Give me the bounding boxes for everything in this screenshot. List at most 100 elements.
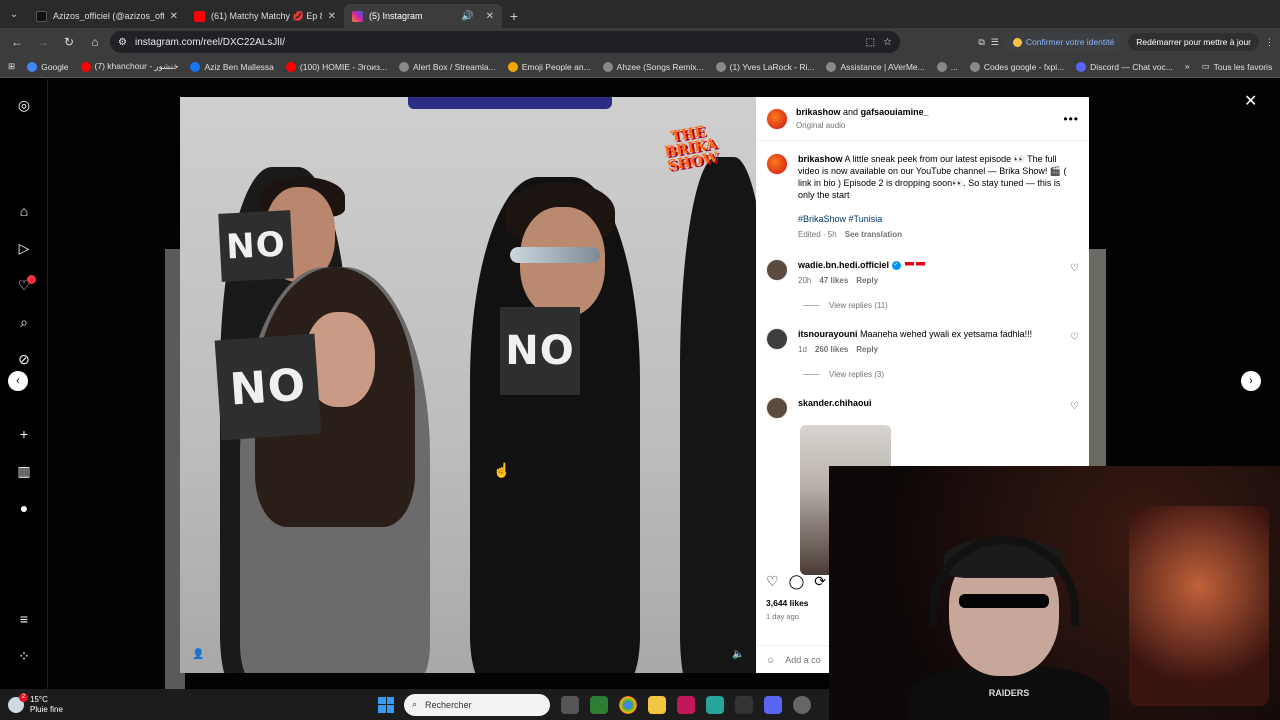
avatar[interactable]: [766, 397, 788, 419]
back-icon[interactable]: ←: [6, 31, 28, 53]
bookmark-item[interactable]: Aziz Ben Mallessa: [190, 61, 274, 72]
all-bookmarks-button[interactable]: ▭ Tous les favoris: [1202, 61, 1273, 72]
bookmark-item[interactable]: ...: [936, 61, 958, 72]
tab-matchy[interactable]: (61) Matchy Matchy 💋 Ep 85 ✕: [186, 4, 344, 28]
close-icon[interactable]: ✕: [1244, 91, 1257, 111]
address-bar[interactable]: ⚙ instagram.com/reel/DXC22ALsJlI/ ⬚ ☆: [110, 31, 900, 53]
tab-instagram[interactable]: (5) Instagram 🔊 ✕: [344, 4, 502, 28]
create-icon[interactable]: +: [14, 424, 34, 444]
close-tab-icon[interactable]: ✕: [170, 11, 178, 22]
close-tab-icon[interactable]: ✕: [486, 11, 494, 22]
bookmark-item[interactable]: Alert Box / Streamla...: [399, 61, 496, 72]
more-bookmarks-icon[interactable]: »: [1185, 61, 1190, 72]
bookmark-item[interactable]: (1) Yves LaRock - Ri...: [715, 61, 814, 72]
like-comment-icon[interactable]: ♡: [1070, 397, 1079, 419]
bookmark-item[interactable]: Discord — Chat voc...: [1076, 61, 1173, 72]
chrome-icon[interactable]: [619, 695, 637, 714]
next-post-chevron-icon[interactable]: ›: [1241, 371, 1261, 391]
app-green-icon[interactable]: [706, 695, 724, 714]
menu-kebab-icon[interactable]: ⋮: [1265, 37, 1274, 48]
bookmark-item[interactable]: Codes google - fxpi...: [969, 61, 1064, 72]
reply-button[interactable]: Reply: [856, 275, 878, 287]
add-comment-input[interactable]: Add a co: [785, 655, 821, 665]
speaker-icon[interactable]: 🔊: [461, 11, 473, 22]
bookmark-item[interactable]: Assistance | AVerMe...: [826, 61, 925, 72]
task-view-icon[interactable]: [561, 695, 579, 714]
bookmark-item[interactable]: Emoji People an...: [507, 61, 591, 72]
file-explorer-icon[interactable]: [648, 695, 666, 714]
comment-icon[interactable]: ◯: [789, 573, 805, 590]
view-replies-button[interactable]: View replies (3): [756, 370, 1089, 379]
volume-icon[interactable]: 🔈: [732, 649, 746, 661]
app-red-icon[interactable]: [677, 695, 695, 714]
forward-icon[interactable]: →: [32, 31, 54, 53]
caption-hashtags[interactable]: #BrikaShow #Tunisia: [798, 213, 1079, 225]
view-replies-button[interactable]: View replies (11): [756, 301, 1089, 310]
new-tab-button[interactable]: +: [502, 4, 526, 28]
tab-title: Azizos_officiel (@azizos_officie: [53, 11, 164, 21]
tab-search-icon[interactable]: ⌄: [0, 0, 28, 28]
avatar[interactable]: [766, 107, 788, 130]
like-icon[interactable]: ♡: [766, 573, 779, 590]
home-icon[interactable]: ⌂: [84, 31, 106, 53]
reels-icon[interactable]: ▷: [14, 238, 34, 258]
bookmark-item[interactable]: (100) HOMIE - Эгоиз...: [285, 61, 387, 72]
comment-author[interactable]: skander.chihaoui: [798, 398, 872, 408]
comment-likes[interactable]: 260 likes: [815, 344, 848, 356]
original-audio[interactable]: Original audio: [796, 121, 845, 130]
app-dark-icon[interactable]: [735, 695, 753, 714]
avatar[interactable]: [766, 259, 788, 281]
bookmark-favicon-icon: [602, 61, 613, 72]
app-grey-icon[interactable]: [793, 695, 811, 714]
identity-button[interactable]: Confirmer votre identité: [1004, 33, 1123, 51]
tab-azizos[interactable]: Azizos_officiel (@azizos_officie ✕: [28, 4, 186, 28]
comment-author[interactable]: wadie.bn.hedi.officiel: [798, 260, 889, 270]
bookmark-star-icon[interactable]: ☆: [883, 37, 892, 48]
post-author[interactable]: brikashow: [796, 107, 841, 117]
home-icon[interactable]: ⌂: [14, 201, 34, 221]
previous-post-chevron-icon[interactable]: ‹: [8, 371, 28, 391]
taskbar-search[interactable]: ⌕ Rechercher: [404, 693, 550, 716]
avatar[interactable]: [766, 153, 788, 175]
bookmark-item[interactable]: Ahzee (Songs Remix...: [602, 61, 704, 72]
discord-icon[interactable]: [764, 695, 782, 714]
tab-search-list-icon[interactable]: ☰: [991, 37, 999, 48]
like-comment-icon[interactable]: ♡: [1070, 328, 1079, 356]
xbox-icon[interactable]: [590, 695, 608, 714]
restart-update-button[interactable]: Redémarrer pour mettre à jour: [1128, 33, 1259, 51]
more-menu-icon[interactable]: ≡: [14, 609, 34, 629]
comment-likes[interactable]: 47 likes: [819, 275, 848, 287]
post-collaborator[interactable]: gafsaouiamine_: [861, 107, 929, 117]
profile-avatar-icon[interactable]: ●: [14, 498, 34, 518]
more-options-icon[interactable]: •••: [1063, 112, 1079, 126]
bookmark-item[interactable]: Google: [27, 61, 69, 72]
instagram-logo-icon[interactable]: ◎: [14, 95, 34, 115]
emoji-icon[interactable]: ☺: [766, 655, 775, 665]
see-translation-link[interactable]: See translation: [845, 229, 902, 241]
bookmark-item[interactable]: (7) khanchour - خنشور: [80, 61, 178, 72]
reload-icon[interactable]: ↻: [58, 31, 80, 53]
also-from-meta-icon[interactable]: ⁘: [14, 646, 34, 666]
explore-icon[interactable]: ⊘: [14, 349, 34, 369]
site-info-icon[interactable]: ⚙: [118, 37, 127, 48]
install-icon[interactable]: ⬚: [866, 37, 875, 48]
bookmark-favicon-icon: [936, 61, 947, 72]
avatar[interactable]: [766, 328, 788, 350]
apps-grid-icon[interactable]: ⊞: [8, 61, 15, 72]
tagged-user-icon[interactable]: 👤: [192, 649, 204, 661]
comment-author[interactable]: itsnourayouni: [798, 329, 858, 339]
mouse-cursor-icon: ☝: [493, 462, 511, 478]
like-comment-icon[interactable]: ♡: [1070, 259, 1079, 287]
reply-button[interactable]: Reply: [856, 344, 878, 356]
caption-author[interactable]: brikashow: [798, 154, 843, 164]
comment-time: 1d: [798, 345, 807, 354]
weather-widget[interactable]: 2 15°C Pluie fine: [8, 692, 378, 715]
extensions-icon[interactable]: ⧉: [978, 37, 984, 48]
dashboard-icon[interactable]: ▥: [14, 461, 34, 481]
reel-video[interactable]: NO NO NO THE BRIKA SHOW 👤 🔈 ☝: [180, 97, 756, 673]
post-header: brikashow and gafsaouiamine_ Original au…: [756, 97, 1089, 141]
windows-start-icon[interactable]: [378, 696, 394, 713]
repost-icon[interactable]: ⟳: [814, 573, 826, 590]
close-tab-icon[interactable]: ✕: [328, 11, 336, 22]
search-icon[interactable]: ⌕: [14, 312, 34, 332]
